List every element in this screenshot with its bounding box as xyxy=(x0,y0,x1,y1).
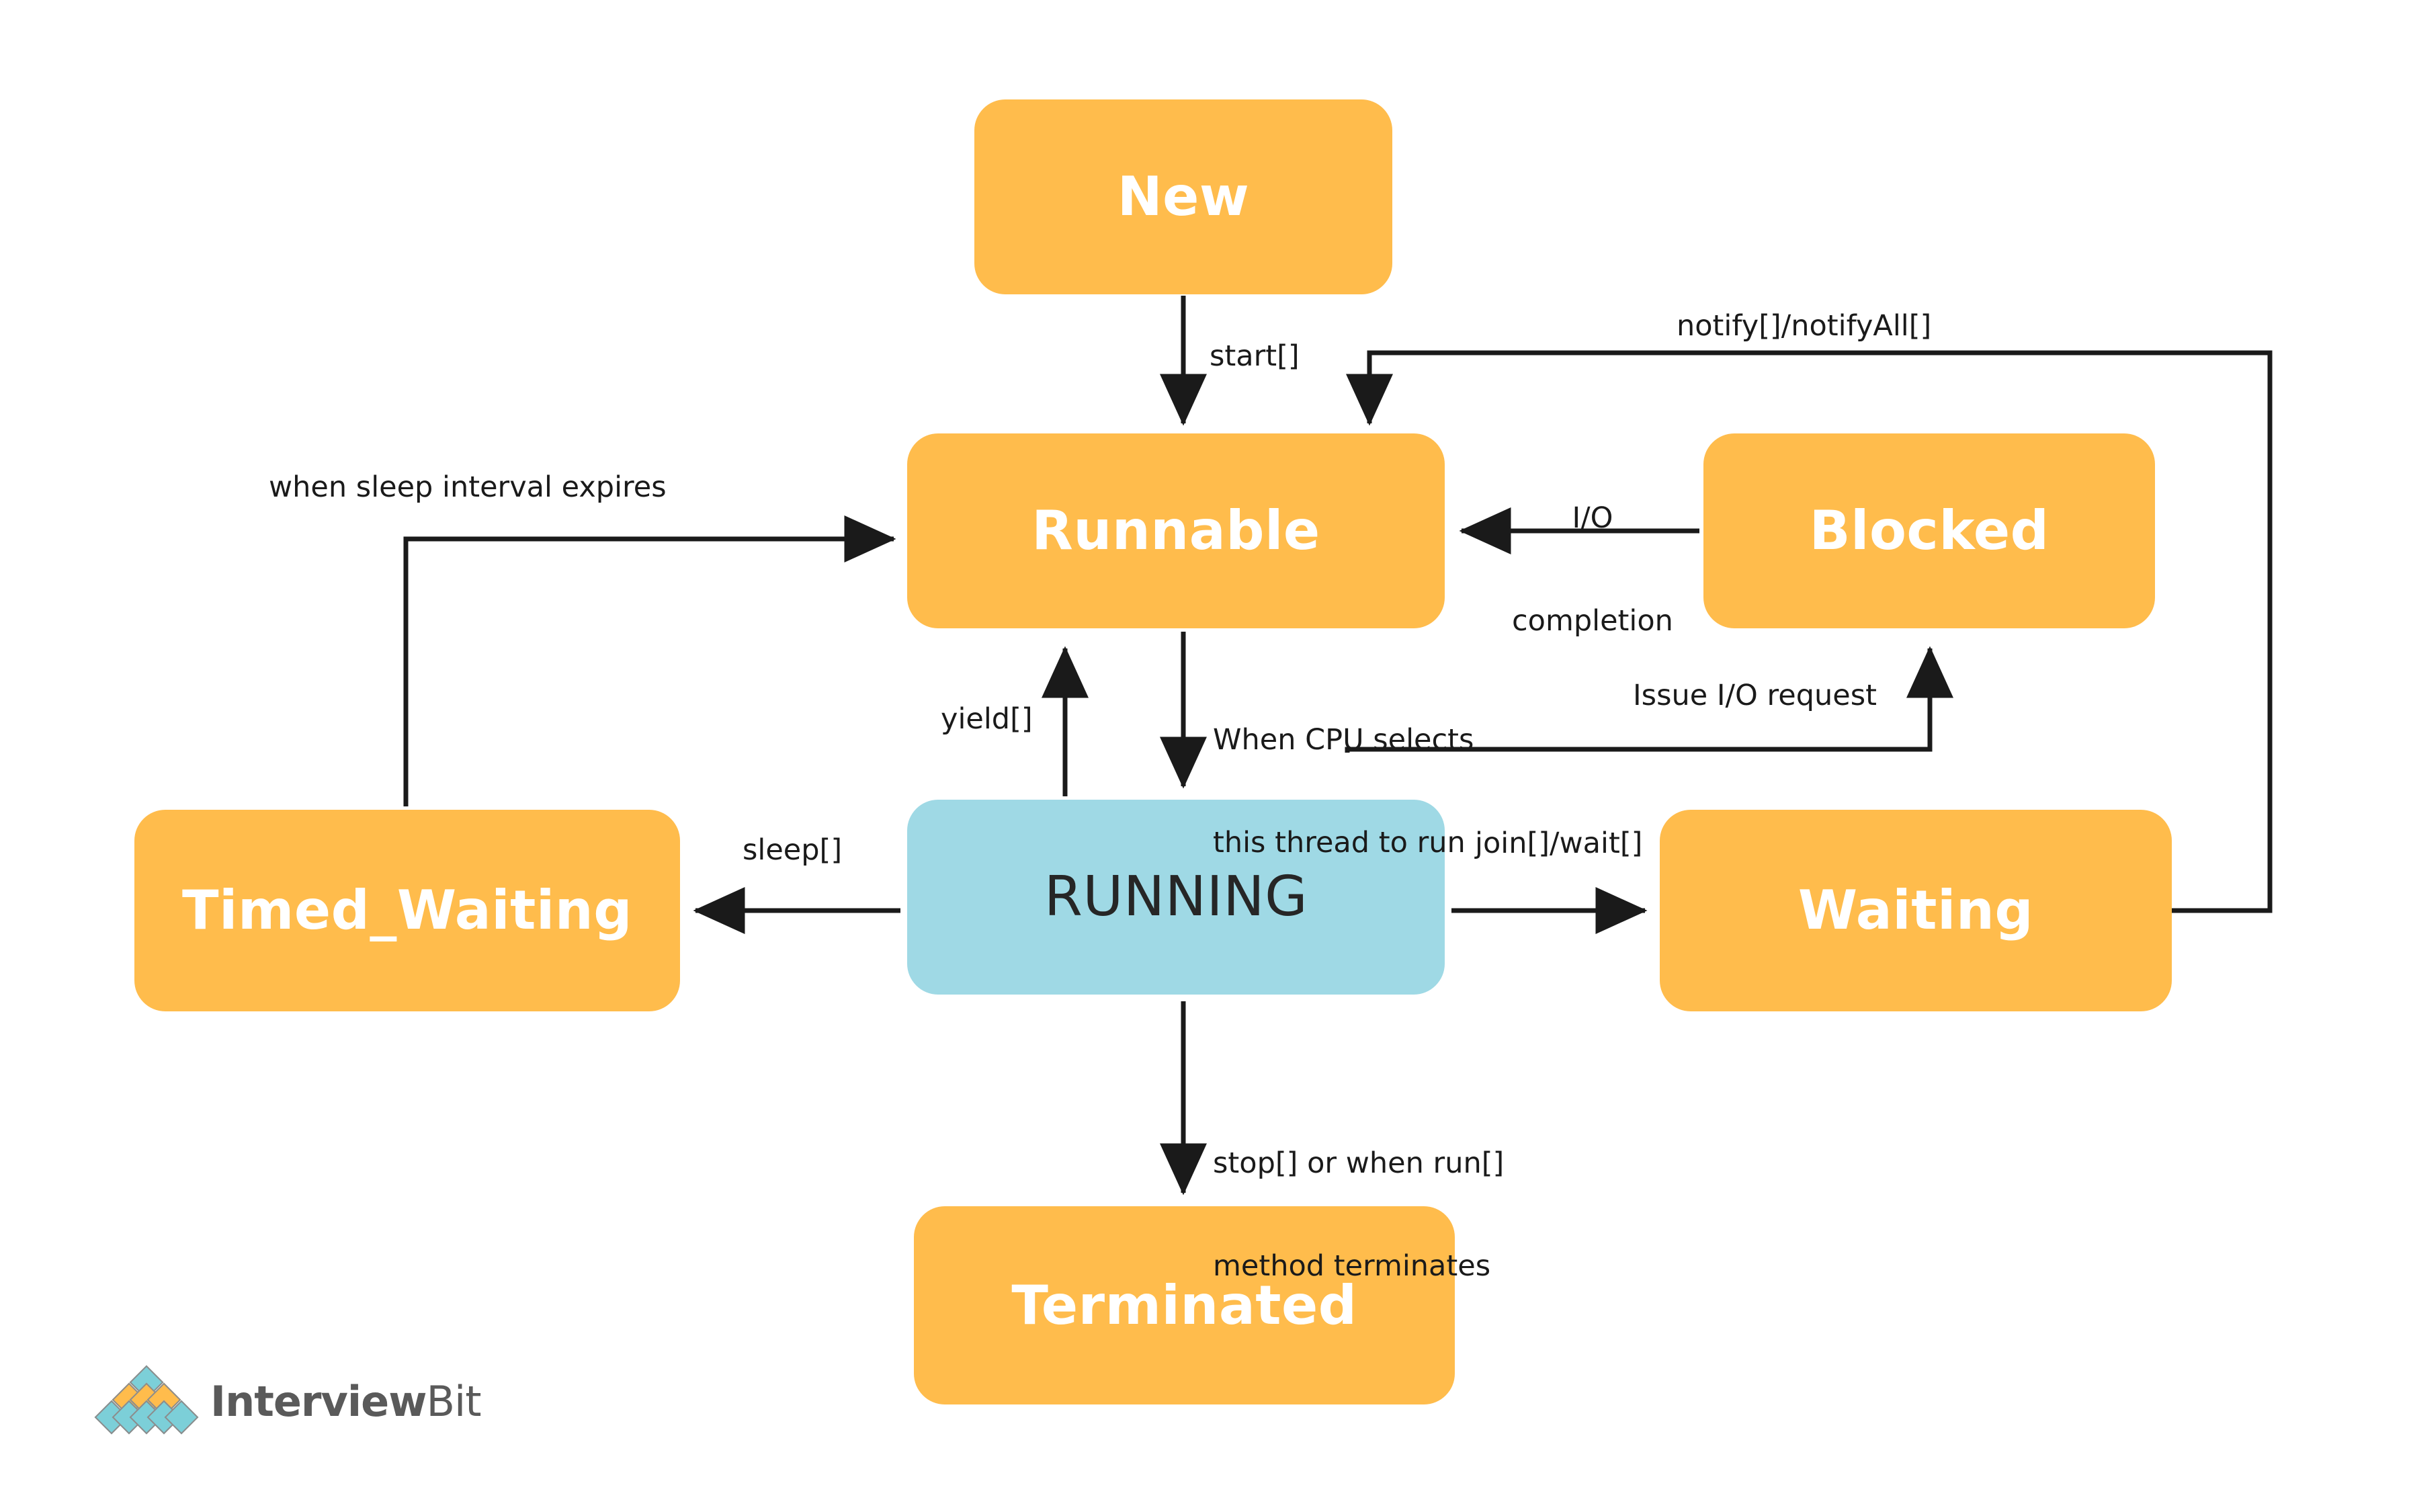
logo-pyramid-icon xyxy=(94,1365,199,1435)
logo-wordmark: InterviewBit xyxy=(210,1376,482,1426)
state-node-timed-waiting[interactable]: Timed_Waiting xyxy=(134,810,680,1011)
edge-label-io-completion-line1: I/O xyxy=(1572,501,1613,536)
edge-label-start: start[] xyxy=(1210,339,1300,373)
edge-label-sleep-expires: when sleep interval expires xyxy=(269,470,667,504)
state-label-waiting: Waiting xyxy=(1798,879,2034,941)
edge-label-sleep: sleep[] xyxy=(743,833,843,867)
edge-label-cpu-selects-line1: When CPU selects xyxy=(1213,723,1474,757)
interviewbit-logo: InterviewBit xyxy=(94,1357,491,1445)
edge-label-stop-line2: method terminates xyxy=(1213,1249,1491,1283)
edge-label-cpu-selects-line2: this thread to run xyxy=(1213,825,1466,859)
edge-label-io-completion-line2: completion xyxy=(1512,603,1673,638)
state-label-new: New xyxy=(1117,165,1250,228)
edge-label-issue-io: Issue I/O request xyxy=(1633,679,1877,712)
edge-label-cpu-selects: When CPU selects this thread to run xyxy=(1213,655,1474,928)
diagram-canvas: New Runnable Blocked RUNNING Timed_Waiti… xyxy=(0,0,2409,1512)
logo-word-interview: Interview xyxy=(210,1376,427,1426)
edge-label-yield: yield[] xyxy=(941,702,1033,736)
edge-label-notify: notify[]/notifyAll[] xyxy=(1677,309,1932,343)
state-node-runnable[interactable]: Runnable xyxy=(907,433,1445,628)
state-label-runnable: Runnable xyxy=(1031,499,1320,562)
state-node-new[interactable]: New xyxy=(974,99,1392,294)
edge-label-stop-line1: stop[] or when run[] xyxy=(1213,1146,1505,1181)
edge-label-stop: stop[] or when run[] method terminates xyxy=(1213,1079,1504,1351)
state-node-waiting[interactable]: Waiting xyxy=(1660,810,2172,1011)
logo-word-bit: Bit xyxy=(426,1376,481,1426)
state-node-blocked[interactable]: Blocked xyxy=(1703,433,2155,628)
edge-sleep-expires xyxy=(403,515,896,806)
state-label-timed-waiting: Timed_Waiting xyxy=(181,879,633,941)
edge-label-io-completion: I/O completion xyxy=(1512,433,1673,706)
edge-label-join-wait: join[]/wait[] xyxy=(1475,827,1643,860)
state-label-blocked: Blocked xyxy=(1809,499,2049,562)
